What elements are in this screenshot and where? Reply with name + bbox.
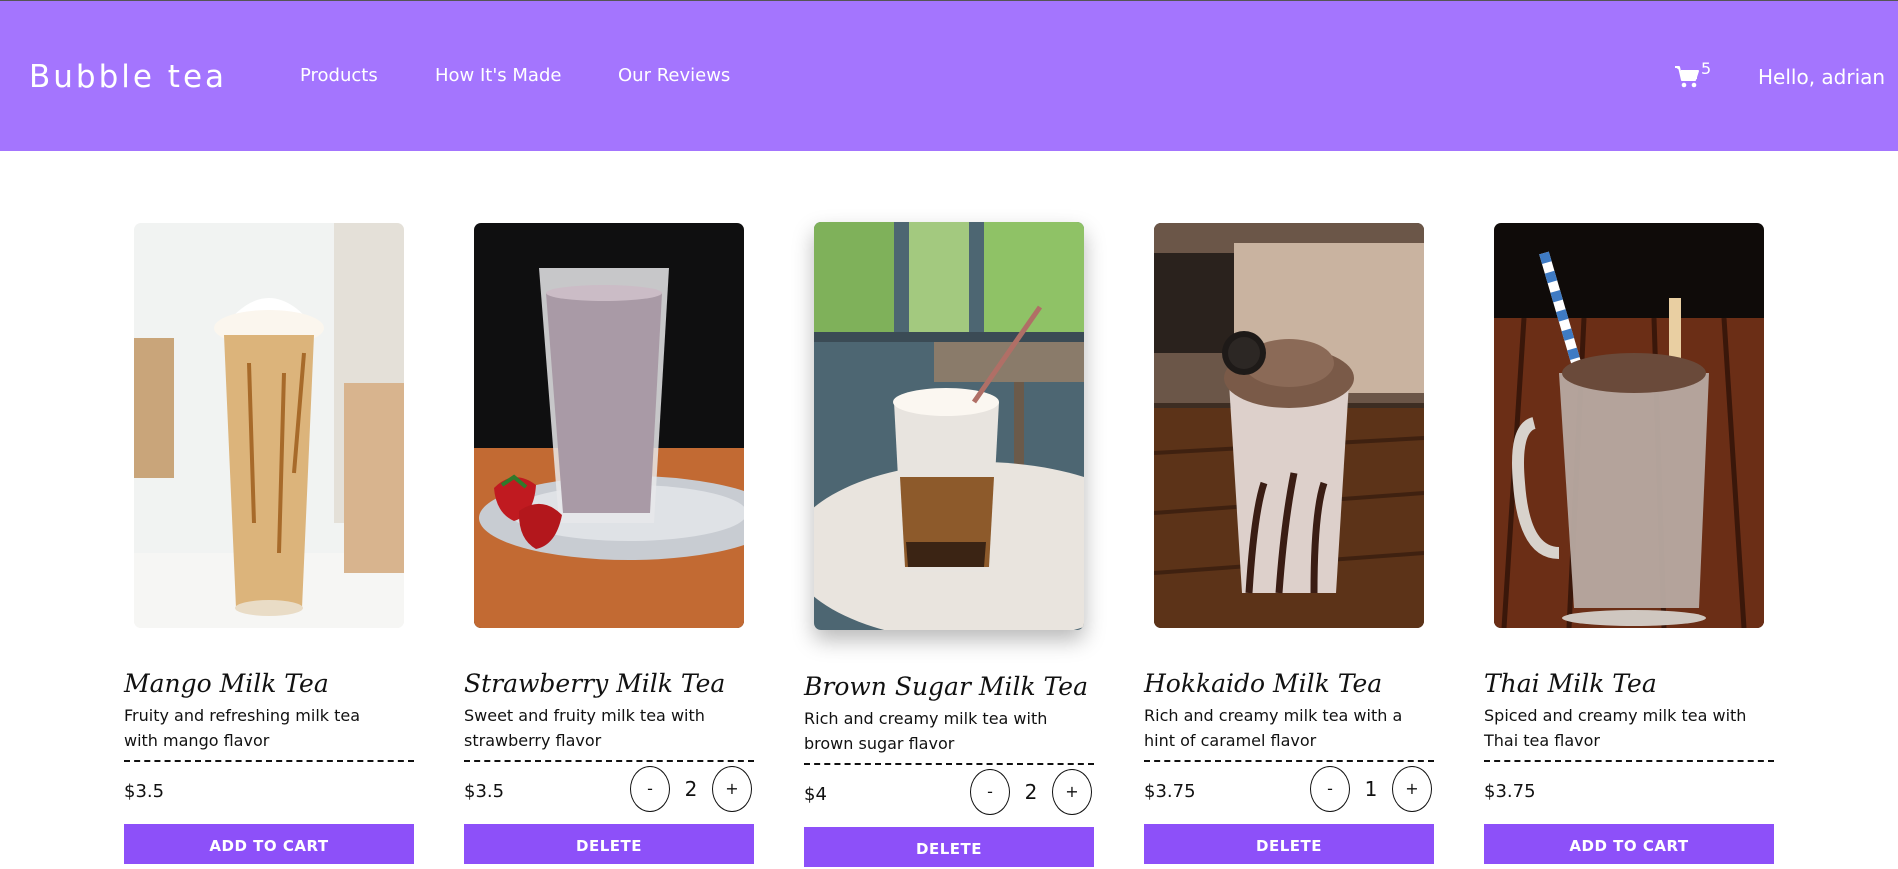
product-name: Hokkaido Milk Tea bbox=[1144, 669, 1383, 698]
product-description: Rich and creamy milk tea with brown suga… bbox=[804, 709, 1048, 753]
add-to-cart-button[interactable]: ADD TO CART bbox=[1484, 824, 1774, 864]
product-name: Brown Sugar Milk Tea bbox=[804, 672, 1088, 701]
product-name: Strawberry Milk Tea bbox=[464, 669, 726, 698]
product-price: $4 bbox=[804, 784, 827, 805]
delete-button[interactable]: DELETE bbox=[464, 824, 754, 864]
user-greeting[interactable]: Hello, adrian bbox=[1758, 65, 1885, 89]
cart-button[interactable]: 5 bbox=[1674, 59, 1714, 91]
dashed-divider bbox=[124, 760, 414, 762]
product-price: $3.75 bbox=[1144, 781, 1196, 802]
cart-count-badge: 5 bbox=[1701, 59, 1712, 78]
dashed-divider bbox=[1484, 760, 1774, 762]
dashed-divider bbox=[804, 763, 1094, 765]
quantity-stepper: - 2 + bbox=[970, 769, 1094, 817]
product-image bbox=[474, 223, 744, 628]
delete-button[interactable]: DELETE bbox=[1144, 824, 1434, 864]
nav-link-our-reviews[interactable]: Our Reviews bbox=[618, 65, 730, 86]
product-description: Sweet and fruity milk tea with strawberr… bbox=[464, 706, 705, 750]
quantity-value: 1 bbox=[1364, 777, 1378, 801]
decrease-quantity-button[interactable]: - bbox=[1310, 766, 1350, 812]
dashed-divider bbox=[1144, 760, 1434, 762]
product-image bbox=[814, 222, 1084, 630]
decrease-quantity-button[interactable]: - bbox=[630, 766, 670, 812]
product-price: $3.5 bbox=[464, 781, 505, 802]
quantity-value: 2 bbox=[684, 777, 698, 801]
top-navbar: Bubble tea Products How It's Made Our Re… bbox=[0, 1, 1898, 151]
shopping-cart-icon bbox=[1675, 66, 1699, 88]
nav-link-how-its-made[interactable]: How It's Made bbox=[435, 65, 561, 86]
product-name: Mango Milk Tea bbox=[124, 669, 329, 698]
quantity-value: 2 bbox=[1024, 780, 1038, 804]
product-price: $3.5 bbox=[124, 781, 165, 802]
increase-quantity-button[interactable]: + bbox=[1052, 769, 1092, 815]
nav-link-products[interactable]: Products bbox=[300, 65, 378, 86]
product-description: Spiced and creamy milk tea with Thai tea… bbox=[1484, 706, 1747, 750]
delete-button[interactable]: DELETE bbox=[804, 827, 1094, 867]
brand-logo[interactable]: Bubble tea bbox=[29, 59, 227, 95]
product-description: Rich and creamy milk tea with a hint of … bbox=[1144, 706, 1403, 750]
product-image bbox=[1154, 223, 1424, 628]
product-price: $3.75 bbox=[1484, 781, 1536, 802]
product-description: Fruity and refreshing milk tea with mang… bbox=[124, 706, 361, 750]
increase-quantity-button[interactable]: + bbox=[1392, 766, 1432, 812]
product-image bbox=[134, 223, 404, 628]
decrease-quantity-button[interactable]: - bbox=[970, 769, 1010, 815]
increase-quantity-button[interactable]: + bbox=[712, 766, 752, 812]
dashed-divider bbox=[464, 760, 754, 762]
quantity-stepper: - 1 + bbox=[1310, 766, 1434, 814]
product-image bbox=[1494, 223, 1764, 628]
product-name: Thai Milk Tea bbox=[1484, 669, 1657, 698]
add-to-cart-button[interactable]: ADD TO CART bbox=[124, 824, 414, 864]
quantity-stepper: - 2 + bbox=[630, 766, 754, 814]
